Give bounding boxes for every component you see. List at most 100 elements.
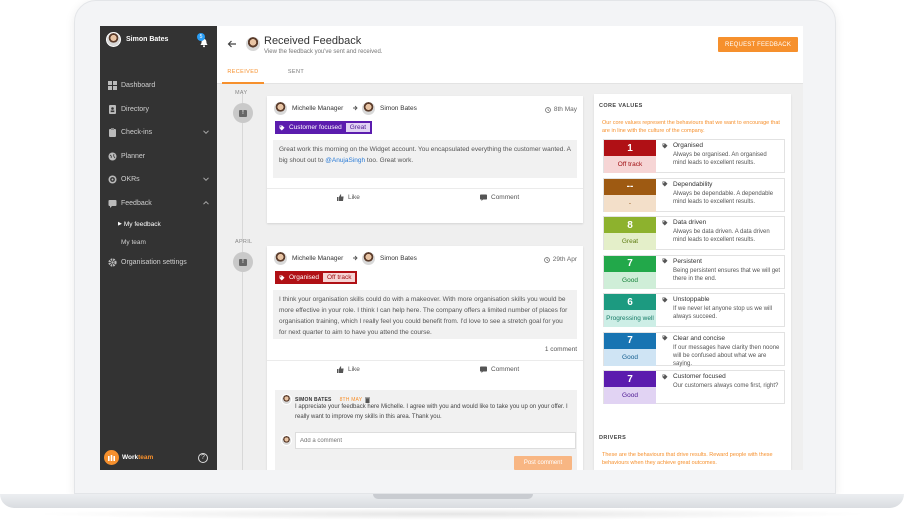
- core-value-description: If our messages have clarity then noone …: [673, 344, 780, 367]
- sidebar-item-planner[interactable]: Planner: [100, 145, 217, 169]
- gear-icon: [108, 258, 117, 267]
- directory-icon: [109, 104, 116, 114]
- core-value-name: Customer focused: [673, 373, 726, 380]
- core-value-title: Dependability: [662, 181, 712, 188]
- recipient-name: Simon Bates: [380, 105, 417, 112]
- tab-sent[interactable]: SENT: [277, 69, 315, 84]
- page-subtitle: View the feedback you've sent and receiv…: [264, 49, 383, 55]
- sidebar-user-name: Simon Bates: [126, 36, 169, 43]
- sidebar-item-label: OKRs: [121, 176, 140, 184]
- date-text: 29th Apr: [552, 256, 577, 263]
- core-value-title: Data driven: [662, 219, 706, 226]
- sidebar-subitem-my-team[interactable]: My team: [100, 233, 217, 251]
- core-value-score: 1 Off track: [604, 140, 656, 174]
- comment-label: Comment: [491, 194, 520, 201]
- tag-icon: [662, 374, 668, 379]
- people-icon: [108, 455, 115, 461]
- notification-badge: 5: [197, 33, 205, 41]
- core-value-description: Always be dependable. A dependable mind …: [673, 190, 774, 205]
- logo-text-team: team: [138, 454, 154, 461]
- back-arrow-icon[interactable]: [227, 39, 237, 49]
- dashboard-icon: [108, 81, 117, 91]
- core-value-name: Organised: [673, 142, 703, 149]
- tag-text: Customer focused: [289, 124, 342, 131]
- tab-received[interactable]: RECEIVED: [222, 69, 264, 84]
- core-value-description: If we never let anyone stop us we will a…: [673, 306, 773, 320]
- help-icon[interactable]: ?: [198, 453, 208, 463]
- drivers-description: These are the behaviours that drive resu…: [602, 452, 773, 466]
- sidebar-item-label: Check-ins: [121, 129, 153, 137]
- like-label: Like: [348, 194, 360, 201]
- sidebar-item-organisation-settings[interactable]: Organisation settings: [100, 251, 217, 275]
- core-value-name: Data driven: [673, 219, 707, 226]
- mention-link[interactable]: @AnujaSingh: [325, 157, 365, 164]
- app-screen: Simon Bates 5 Dashboard Directory Check-…: [100, 26, 803, 470]
- core-value-score: 7 Good: [604, 371, 656, 405]
- post-comment-button[interactable]: Post comment: [514, 456, 572, 470]
- core-value-card[interactable]: 1 Off track Organised Always be organised. …: [603, 139, 785, 173]
- score-number: 7: [604, 255, 656, 272]
- sidebar-item-okrs[interactable]: OKRs: [100, 168, 217, 192]
- core-value-card[interactable]: 8 Great Data driven Always be data driven. …: [603, 216, 785, 250]
- core-value-name: Dependability: [673, 180, 713, 188]
- globe-icon: [108, 152, 117, 161]
- sidebar-subitem-label: My feedback: [123, 220, 161, 228]
- score-label: Progressing well: [604, 310, 656, 327]
- score-label: Good: [604, 348, 656, 366]
- feedback-to: Simon Bates: [361, 101, 417, 116]
- core-value-score: 7 Good: [604, 332, 656, 367]
- sidebar-item-feedback[interactable]: Feedback: [100, 192, 217, 216]
- core-values-heading: CORE VALUES: [599, 103, 643, 109]
- sidebar-item-dashboard[interactable]: Dashboard: [100, 74, 217, 98]
- status-badge: Great: [345, 123, 371, 132]
- core-value-title: Persistent: [662, 258, 702, 265]
- core-value-card[interactable]: -- - Dependability Always be dependable. A …: [603, 177, 785, 213]
- core-value-score: -- -: [604, 178, 656, 213]
- card-actions: Like Comment: [267, 360, 583, 378]
- tag-icon: [279, 125, 285, 130]
- comment-input[interactable]: [295, 432, 576, 449]
- feedback-message: I think your organisation skills could d…: [273, 290, 577, 339]
- value-tag: Organised Off track: [275, 271, 358, 284]
- laptop-shadow: [30, 508, 874, 520]
- feedback-card: Michelle Manager Simon Bates 8th May Cus…: [267, 96, 583, 223]
- sidebar-subitem-label: My team: [121, 238, 146, 246]
- score-number: 7: [604, 371, 656, 387]
- feedback-icon: [108, 199, 117, 208]
- core-value-card[interactable]: 7 Good Customer focused Our customers alway…: [603, 370, 785, 404]
- avatar: [106, 32, 121, 47]
- sidebar-item-directory[interactable]: Directory: [100, 98, 217, 122]
- core-value-card[interactable]: 7 Good Clear and concise If our messages ha…: [603, 331, 785, 367]
- comment-count[interactable]: 1 comment: [545, 346, 577, 353]
- score-number: 6: [604, 294, 656, 310]
- core-value-card[interactable]: 6 Progressing well Unstoppable If we never …: [603, 293, 785, 327]
- month-label: MAY: [235, 90, 248, 96]
- sidebar-subitem-my-feedback[interactable]: ▶ My feedback: [100, 215, 217, 233]
- core-value-card[interactable]: 7 Good Persistent Being persistent ensures …: [603, 254, 785, 289]
- sidebar-item-label: Dashboard: [121, 82, 156, 90]
- month-label: APRIL: [235, 239, 253, 245]
- score-label: Good: [604, 387, 656, 404]
- message-text: Great work this morning on the Widget ac…: [279, 146, 571, 164]
- card-actions: Like Comment: [267, 188, 583, 206]
- like-button[interactable]: Like: [337, 366, 360, 373]
- page-title: Received Feedback: [264, 35, 362, 47]
- core-value-description: Our customers always come first, right?: [673, 383, 779, 389]
- workteam-logo: Workteam: [104, 450, 153, 465]
- sidebar-user[interactable]: Simon Bates: [106, 32, 168, 47]
- comment-button[interactable]: Comment: [480, 366, 519, 373]
- request-feedback-button[interactable]: REQUEST FEEDBACK: [718, 37, 798, 52]
- chevron-down-icon: [203, 130, 209, 135]
- avatar: [245, 36, 261, 52]
- tag-text: Organised: [289, 274, 319, 281]
- sidebar: Simon Bates 5 Dashboard Directory Check-…: [100, 26, 217, 470]
- like-button[interactable]: Like: [337, 194, 360, 201]
- sidebar-item-check-ins[interactable]: Check-ins: [100, 121, 217, 145]
- sidebar-item-label: Organisation settings: [121, 259, 187, 267]
- comment-text: I appreciate your feedback here Michelle…: [295, 404, 568, 420]
- arrow-right-icon: [353, 255, 358, 261]
- date-text: 8th May: [553, 106, 577, 113]
- comment-button[interactable]: Comment: [480, 194, 519, 201]
- thumbs-up-icon: [337, 366, 344, 373]
- page-header: Received Feedback View the feedback you'…: [217, 26, 803, 84]
